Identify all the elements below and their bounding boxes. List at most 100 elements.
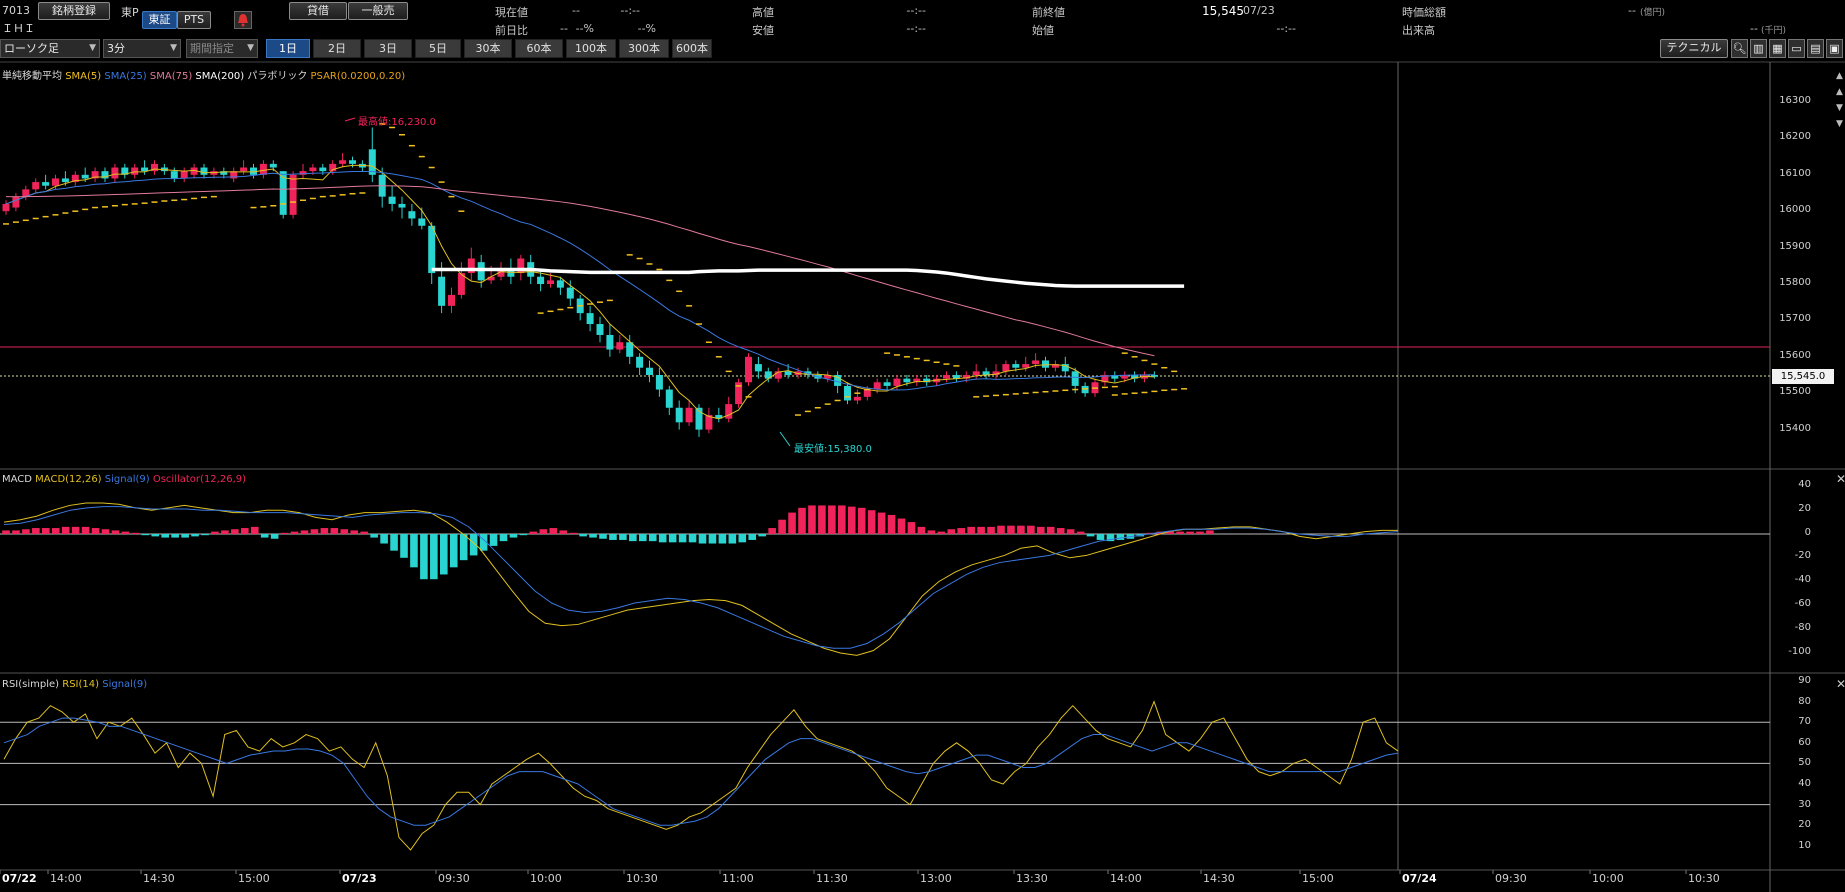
macd-osc-up [818,505,826,534]
macd-osc-up [549,528,558,534]
chart-canvas[interactable] [0,0,1845,892]
candle-down [42,182,50,186]
macd-osc-up [937,531,946,534]
candle-up [863,389,871,397]
macd-osc-up [1176,531,1184,534]
candle-up [2,203,10,212]
candle-down [626,342,634,357]
x-tick: 09:30 [438,872,470,885]
macd-osc-up [1056,528,1065,534]
macd-osc-up [290,531,299,534]
macd-y-tick: 0 [1804,526,1811,538]
macd-osc-up [1046,526,1055,534]
macd-osc-down [380,534,388,544]
macd-osc-down [748,534,757,540]
macd-osc-up [887,514,896,534]
rsi-y-tick: 30 [1798,798,1811,810]
macd-osc-up [808,505,816,534]
macd-osc-up [330,528,339,534]
macd-osc-up [280,532,289,534]
candle-down [655,375,663,390]
sma5-line [5,164,1155,420]
macd-osc-up [1076,531,1085,534]
price-y-tick: 16200 [1779,131,1811,143]
macd-osc-down [469,534,478,556]
macd-y-tick: 20 [1798,502,1811,514]
candle-down [269,163,277,168]
candle-down [844,385,851,401]
macd-osc-up [51,528,60,534]
macd-osc-up [1037,526,1045,534]
macd-osc-down [718,534,727,544]
macd-osc-down [499,534,508,542]
macd-osc-up [131,532,140,534]
candle-up [289,174,297,215]
candle-up [1022,364,1030,368]
rsi-y-tick: 20 [1798,819,1811,831]
rsi-y-tick: 80 [1798,695,1811,707]
rsi-y-tick: 70 [1798,716,1811,728]
macd-osc-down [430,534,438,580]
high-pointer [344,117,356,122]
candle-up [547,280,554,284]
rsi-y-tick: 90 [1798,675,1811,686]
macd-osc-down [668,534,677,543]
macd-osc-up [360,531,368,534]
macd-osc-down [171,534,179,538]
x-tick: 11:30 [816,872,848,885]
macd-osc-up [1007,525,1015,534]
macd-osc-down [629,534,637,542]
candle-up [685,407,693,423]
macd-osc-down [619,534,627,540]
macd-osc-down [489,534,498,546]
macd-osc-down [648,534,657,542]
rsi-y-tick: 10 [1798,839,1811,851]
x-tick: 13:00 [920,872,952,885]
macd-osc-up [977,526,985,534]
macd-osc-down [151,534,160,537]
last-price-tag: 15,545.0 [1772,369,1834,384]
price-y-tick: 16000 [1779,204,1811,216]
macd-osc-down [708,534,717,544]
candle-down [418,218,426,226]
macd-osc-down [698,534,707,544]
x-tick: 10:30 [1688,872,1720,885]
macd-osc-up [250,526,259,534]
macd-osc-down [161,534,169,538]
macd-osc-up [838,505,846,534]
macd-osc-up [529,531,538,534]
macd-osc-up [877,512,886,534]
macd-osc-up [320,528,329,534]
macd-osc-up [947,529,956,534]
macd-osc-down [609,534,617,540]
candle-up [131,167,139,175]
macd-osc-up [867,510,876,534]
macd-osc-up [768,528,776,534]
candle-down [903,378,911,383]
macd-osc-up [778,519,786,534]
candle-down [636,356,644,368]
low-pointer [779,431,791,447]
candle-up [52,178,59,186]
candle-down [646,367,653,375]
sma200-line [431,267,1185,288]
candle-down [606,334,614,350]
candle-down [170,171,178,179]
x-tick: 11:00 [722,872,754,885]
rsi-y-tick: 40 [1798,778,1811,789]
candle-up [745,356,752,383]
macd-osc-up [798,507,806,534]
macd-osc-up [12,530,20,534]
candle-down [556,280,564,288]
macd-osc-up [927,530,936,534]
price-y-tick: 16300 [1779,95,1811,106]
price-y-tick: 15400 [1779,422,1811,434]
macd-osc-up [111,530,120,534]
candle-up [972,371,980,375]
macd-osc-down [459,534,468,561]
macd-osc-down [589,534,597,538]
macd-osc-up [897,518,906,534]
candle-up [111,167,119,179]
macd-osc-down [1116,534,1125,540]
macd-osc-up [828,505,836,534]
